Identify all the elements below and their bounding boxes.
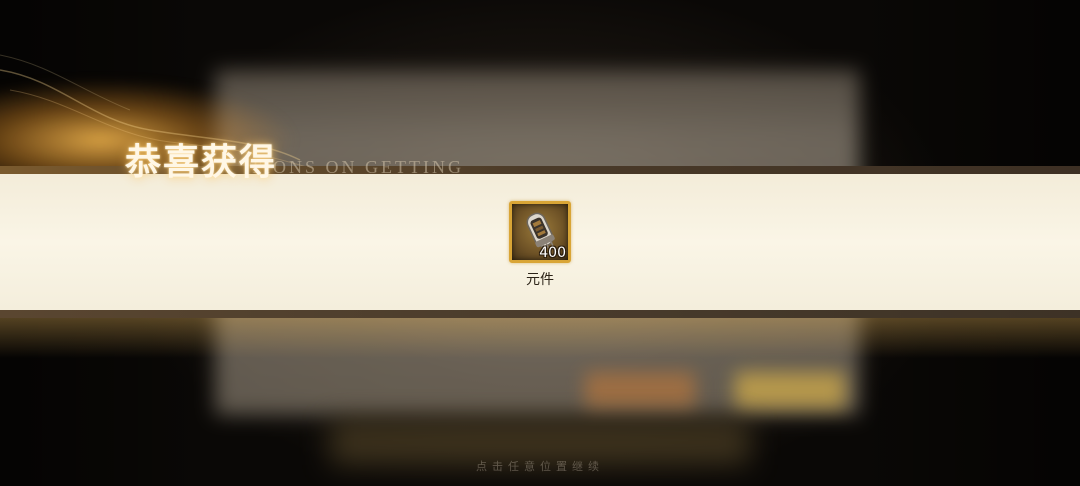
popup-subtitle: TIONS ON GETTING [250, 157, 464, 177]
blurred-background-button-right [735, 372, 845, 408]
reward-item[interactable]: 400 [509, 201, 571, 263]
popup-title: 恭喜获得 [125, 141, 278, 183]
reward-screen[interactable]: TIONS ON GETTING 恭喜获得 400 元件 点击任意位置继续 [0, 0, 1080, 486]
banner-bottom-glow [0, 318, 1080, 358]
continue-hint: 点击任意位置继续 [476, 460, 604, 473]
reward-item-name: 元件 [526, 272, 554, 288]
blurred-background-button-left [585, 372, 695, 408]
banner-bottom-edge [0, 310, 1080, 318]
reward-item-count: 400 [539, 245, 566, 261]
